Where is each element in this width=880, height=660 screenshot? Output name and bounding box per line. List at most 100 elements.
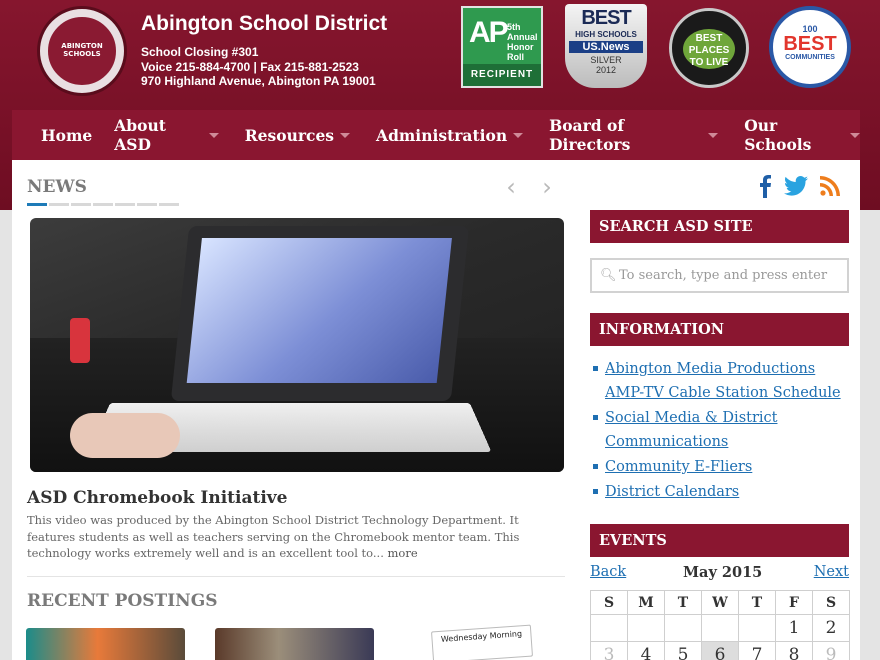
nav-item-about-asd[interactable]: About ASD — [114, 116, 219, 154]
information-links: Abington Media Productions AMP-TV Cable … — [593, 357, 845, 505]
contact-numbers: Voice 215-884-4700 | Fax 215-881-2523 — [141, 59, 359, 74]
featured-post-title[interactable]: ASD Chromebook Initiative — [27, 488, 287, 508]
district-info: School Closing #301 Voice 215-884-4700 |… — [141, 45, 376, 89]
nav-item-board-of-directors[interactable]: Board of Directors — [549, 116, 719, 154]
caret-down-icon — [340, 132, 351, 138]
usnews-label: US.News — [569, 41, 643, 53]
usnews-best-high-schools-badge: BEST HIGH SCHOOLS US.News SILVER 2012 — [565, 4, 647, 88]
calendar-day[interactable]: 3 — [590, 641, 628, 660]
calendar-next-link[interactable]: Next — [814, 564, 849, 580]
money-magazine-badge: BEST PLACES TO LIVE — [669, 8, 749, 88]
year-label: 2012 — [595, 65, 617, 75]
recent-post-thumbnail[interactable]: Wednesday Morning — [431, 624, 533, 660]
calendar-day[interactable]: 7 — [738, 641, 776, 660]
weekday-header: W — [701, 590, 739, 615]
calendar-day[interactable]: 5 — [664, 641, 702, 660]
info-link-calendars[interactable]: District Calendars — [593, 480, 845, 504]
best-label: BEST — [581, 7, 631, 29]
calendar-day[interactable]: 2 — [812, 614, 850, 642]
calendar-navigation: Back May 2015 Next — [590, 564, 849, 586]
weekday-header: T — [664, 590, 702, 615]
calendar-back-link[interactable]: Back — [590, 564, 626, 580]
nav-item-resources[interactable]: Resources — [244, 125, 351, 145]
calendar-month: May 2015 — [683, 564, 763, 581]
high-schools-label: HIGH SCHOOLS — [575, 30, 637, 39]
slide-dot[interactable] — [71, 203, 91, 206]
chevron-left-icon[interactable]: ‹ — [502, 175, 520, 199]
caret-down-icon — [208, 132, 219, 138]
nav-item-our-schools[interactable]: Our Schools — [744, 116, 860, 154]
seal-inner: ABINGTON SCHOOLS — [46, 15, 118, 87]
nav-item-administration[interactable]: Administration — [376, 125, 524, 145]
video-frame-display — [186, 238, 452, 383]
events-heading: EVENTS — [590, 524, 849, 557]
featured-video[interactable] — [30, 218, 564, 472]
info-link-e-fliers[interactable]: Community E-Fliers — [593, 455, 845, 479]
slide-dot[interactable] — [137, 203, 157, 206]
calendar-day — [701, 614, 739, 642]
video-frame-laptop-screen — [170, 226, 470, 401]
divider — [27, 576, 565, 577]
main-content: NEWS ‹ › ASD Chromebook Initiative This … — [12, 160, 860, 660]
main-navigation: Home About ASD Resources Administration … — [12, 110, 860, 160]
recent-post-thumbnail[interactable] — [215, 628, 374, 660]
slide-dot[interactable] — [159, 203, 179, 206]
weekday-header: S — [812, 590, 850, 615]
twitter-icon[interactable] — [784, 176, 808, 196]
magnifier-icon: 🔍︎ — [600, 268, 617, 283]
district-seal-logo[interactable]: ABINGTON SCHOOLS — [37, 6, 127, 96]
district-name[interactable]: Abington School District — [141, 12, 387, 36]
recent-post-thumbnail[interactable] — [26, 628, 185, 660]
nav-label: Home — [41, 125, 93, 145]
facebook-icon[interactable] — [758, 174, 772, 198]
slide-dot[interactable] — [115, 203, 135, 206]
rss-icon[interactable] — [820, 176, 840, 196]
info-link-social-media[interactable]: Social Media & District Communications — [593, 406, 845, 454]
calendar-week-row: 3 4 5 6 7 8 9 — [590, 641, 850, 660]
ap-honor-roll-text: 5th Annual Honor Roll — [507, 22, 538, 62]
calendar-day — [664, 614, 702, 642]
calendar-day — [738, 614, 776, 642]
search-input[interactable]: 🔍︎ To search, type and press enter — [590, 258, 849, 293]
nav-label: Resources — [244, 125, 335, 145]
featured-post-excerpt: This video was produced by the Abington … — [27, 512, 567, 562]
information-heading: INFORMATION — [590, 313, 849, 346]
nav-item-home[interactable]: Home — [41, 126, 92, 145]
calendar-day[interactable]: 1 — [775, 614, 813, 642]
excerpt-text: This video was produced by the Abington … — [27, 513, 520, 560]
more-link[interactable]: more — [388, 546, 418, 560]
weekday-header: F — [775, 590, 813, 615]
school-closing-number: School Closing #301 — [141, 45, 259, 59]
silver-label: SILVER — [590, 55, 622, 65]
caret-down-icon — [708, 132, 719, 138]
best-places-text: BEST PLACES TO LIVE — [683, 29, 735, 69]
calendar-day[interactable]: 9 — [812, 641, 850, 660]
info-link-amp-tv[interactable]: Abington Media Productions AMP-TV Cable … — [593, 357, 845, 405]
ap-recipient-label: RECIPIENT — [463, 64, 541, 86]
slide-dot[interactable] — [93, 203, 113, 206]
nav-label: Our Schools — [744, 116, 812, 154]
social-links — [758, 174, 840, 198]
slider-pagination — [27, 203, 179, 206]
caret-down-icon — [513, 132, 524, 138]
chevron-right-icon[interactable]: › — [538, 175, 556, 199]
calendar-weekday-row: S M T W T F S — [590, 590, 850, 615]
slide-dot[interactable] — [49, 203, 69, 206]
events-calendar: S M T W T F S 1 2 3 4 5 6 7 8 9 — [590, 590, 850, 660]
weekday-header: T — [738, 590, 776, 615]
calendar-day — [590, 614, 628, 642]
communities-sub: COMMUNITIES — [785, 54, 835, 61]
news-heading: NEWS — [27, 177, 87, 197]
weekday-header: S — [590, 590, 628, 615]
search-heading: SEARCH ASD SITE — [590, 210, 849, 243]
calendar-day[interactable]: 4 — [627, 641, 665, 660]
communities-big: BEST — [783, 33, 837, 55]
slide-dot[interactable] — [27, 203, 47, 206]
calendar-day[interactable]: 8 — [775, 641, 813, 660]
calendar-day-today[interactable]: 6 — [701, 641, 739, 660]
best-communities-badge: 100 BEST COMMUNITIES — [769, 6, 851, 88]
nav-label: Board of Directors — [549, 116, 631, 154]
nav-label: Administration — [376, 125, 508, 145]
district-address: 970 Highland Avenue, Abington PA 19001 — [141, 74, 376, 88]
calendar-week-row: 1 2 — [590, 614, 850, 642]
